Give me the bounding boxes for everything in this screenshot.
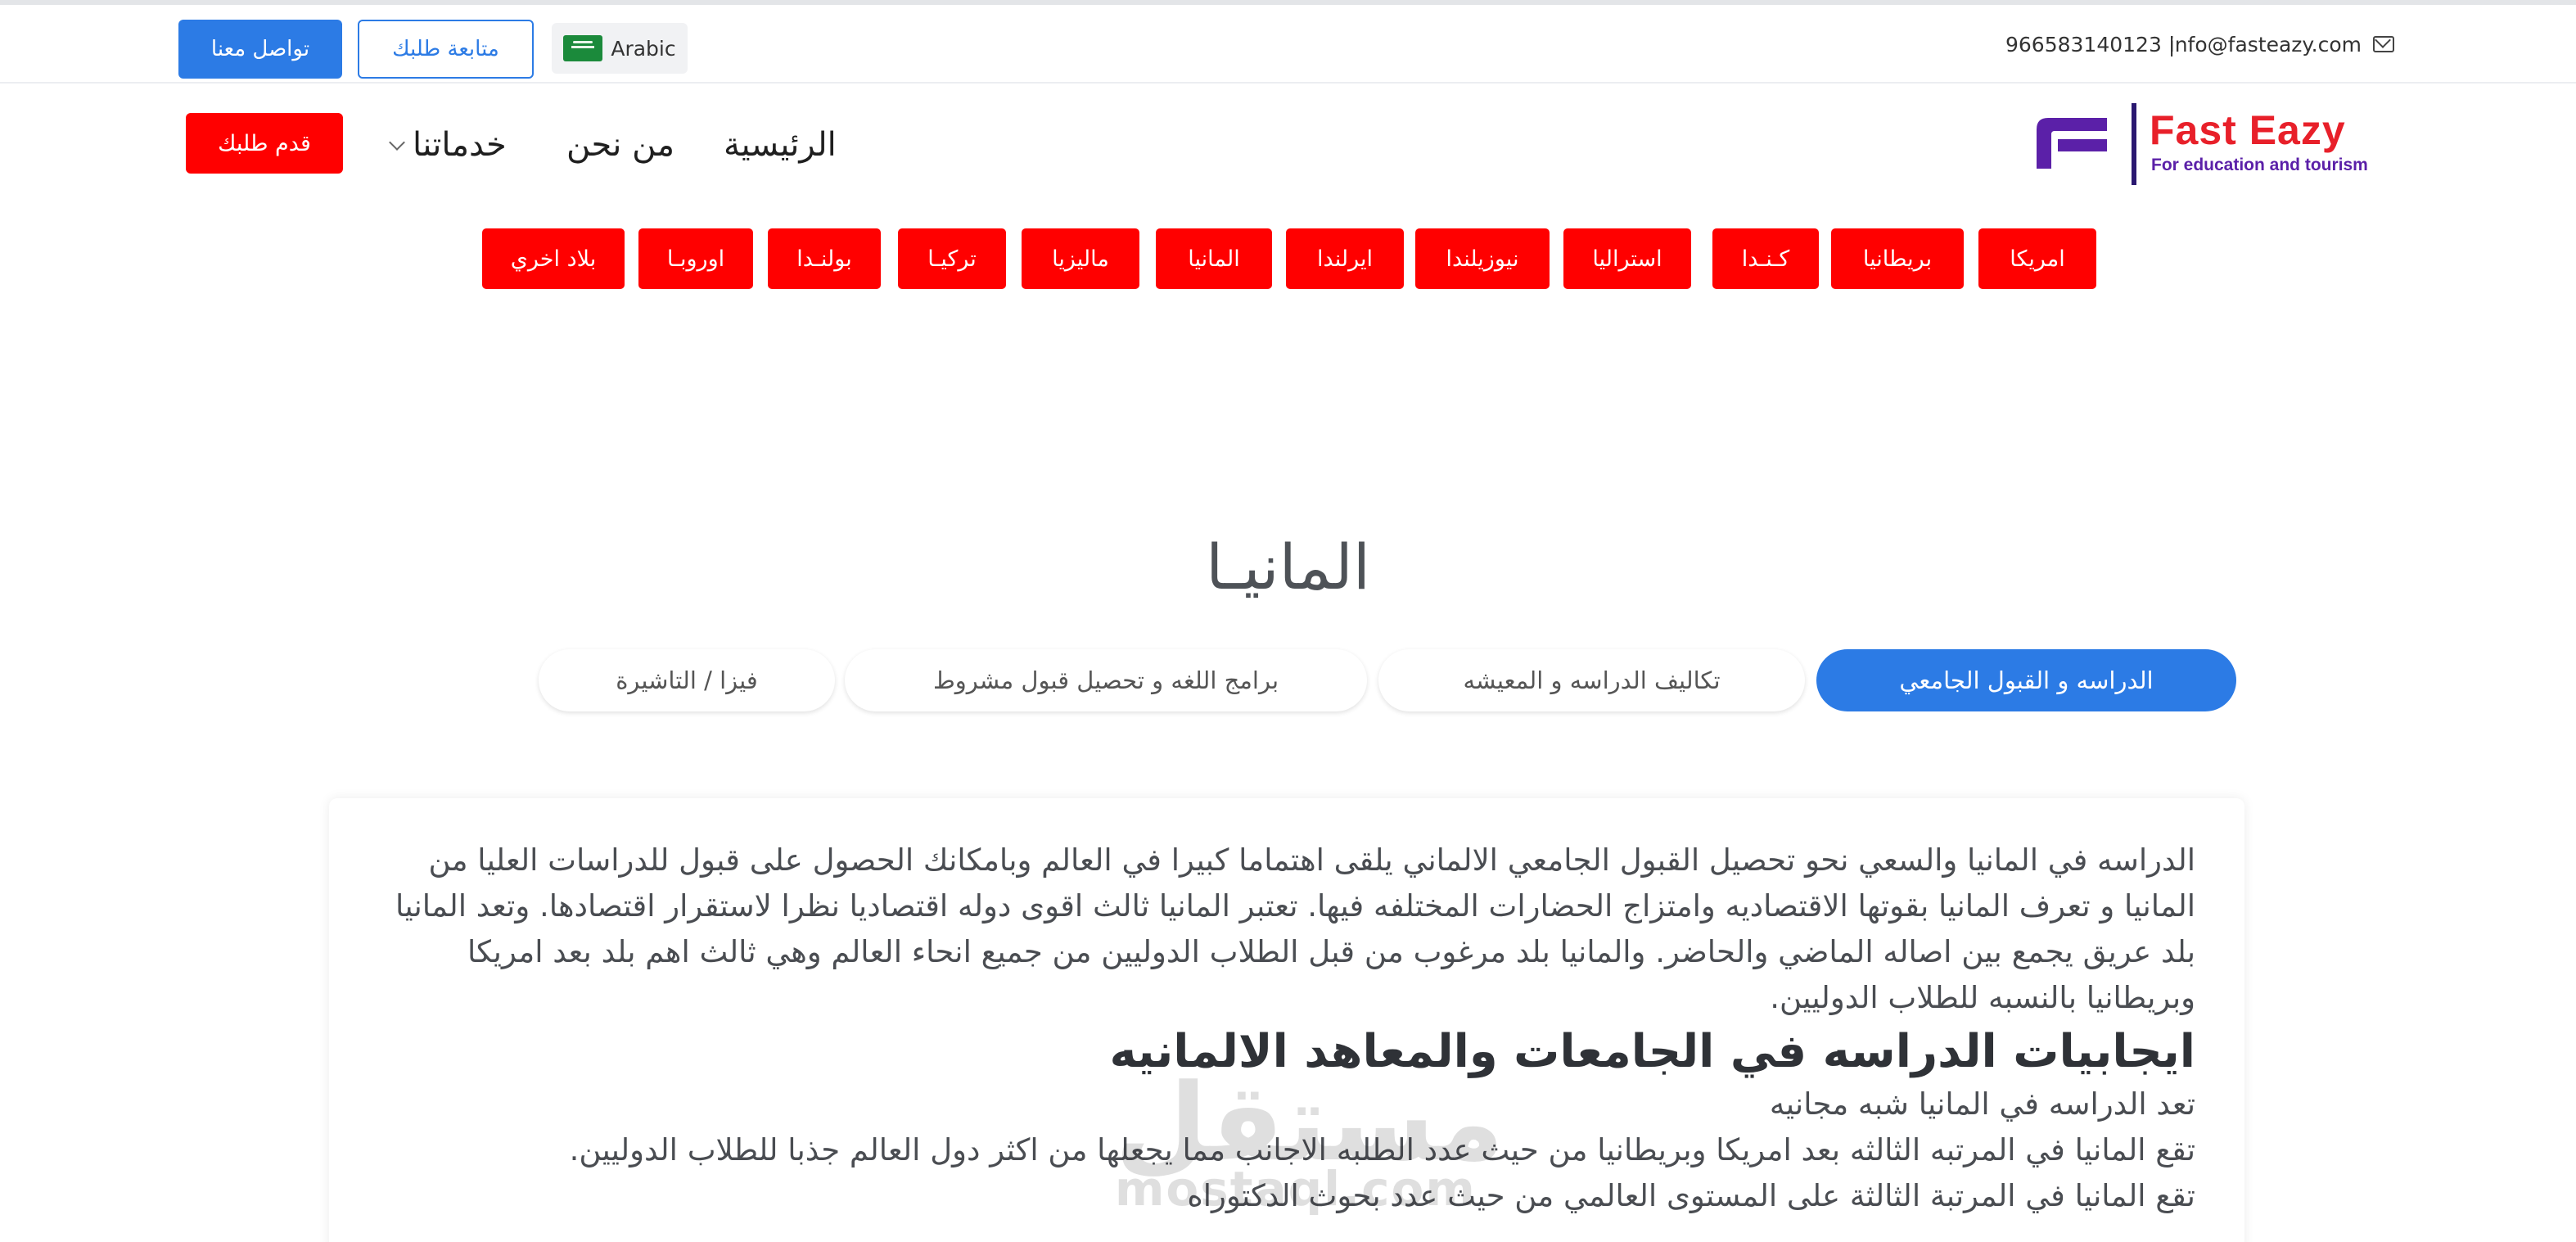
track-request-button[interactable]: متابعة طلبك xyxy=(358,20,534,79)
country-button[interactable]: كـنـدا xyxy=(1712,228,1819,289)
country-button[interactable]: امريكا xyxy=(1978,228,2096,289)
nav-about[interactable]: من نحن xyxy=(566,116,674,174)
country-button[interactable]: المانيا xyxy=(1156,228,1272,289)
advantage-line: تقع المانيا في المرتبه الثالثه بعد امريك… xyxy=(569,1132,2195,1167)
intro-paragraph: الدراسه في المانيا والسعي نحو تحصيل القب… xyxy=(395,842,2195,1015)
article-content: الدراسه في المانيا والسعي نحو تحصيل القب… xyxy=(378,838,2195,1219)
nav-home-label: الرئيسية xyxy=(724,126,837,164)
page-title: المانيـا xyxy=(1206,531,1370,603)
logo-subtitle: For education and tourism xyxy=(2151,156,2368,174)
contact-us-button[interactable]: تواصل معنا xyxy=(178,20,342,79)
content-card: الدراسه في المانيا والسعي نحو تحصيل القب… xyxy=(329,798,2244,1242)
mail-icon xyxy=(2373,36,2394,52)
nav-services-label: خدماتنا xyxy=(413,126,507,164)
top-bar: info@fasteazy.com 966583140123 | تواصل م… xyxy=(0,5,2576,84)
tab-costs[interactable]: تكاليف الدراسه و المعيشه xyxy=(1378,649,1805,711)
tab-study-admission[interactable]: الدراسه و القبول الجامعي xyxy=(1816,649,2236,711)
tab-language-programs[interactable]: برامج اللغه و تحصيل قبول مشروط xyxy=(845,649,1367,711)
country-button[interactable]: استراليا xyxy=(1563,228,1691,289)
tab-visa[interactable]: فيزا / التاشيرة xyxy=(539,649,835,711)
advantages-heading: ايجابيات الدراسه في الجامعات والمعاهد ال… xyxy=(1109,1025,2195,1078)
logo-title: Fast Eazy xyxy=(2150,107,2346,153)
nav-about-label: من نحن xyxy=(566,126,674,164)
logo-f-icon xyxy=(2037,118,2107,169)
language-switcher[interactable]: Arabic xyxy=(552,23,688,74)
country-button[interactable]: ايرلندا xyxy=(1286,228,1404,289)
country-button[interactable]: ماليزيا xyxy=(1022,228,1139,289)
contact-email[interactable]: info@fasteazy.com xyxy=(2169,28,2394,61)
logo-divider xyxy=(2132,103,2136,185)
apply-button[interactable]: قدم طلبك xyxy=(186,113,343,174)
nav-home[interactable]: الرئيسية xyxy=(724,116,837,174)
advantage-line: تعد الدراسه في المانيا شبه مجانيه xyxy=(1769,1086,2195,1122)
nav-services-dropdown[interactable]: خدماتنا xyxy=(389,116,507,174)
country-button[interactable]: بريطانيا xyxy=(1831,228,1964,289)
email-text[interactable]: info@fasteazy.com xyxy=(2169,33,2362,56)
phone-text[interactable]: 966583140123 | xyxy=(2005,33,2175,56)
country-button[interactable]: بلاد اخري xyxy=(482,228,625,289)
site-logo[interactable]: Fast Eazy For education and tourism xyxy=(2027,100,2387,185)
country-button[interactable]: نيوزيلندا xyxy=(1415,228,1550,289)
country-button[interactable]: تركيـا xyxy=(898,228,1006,289)
language-label: Arabic xyxy=(611,36,676,61)
advantage-line: تقع المانيا في المرتبة الثالثة على المست… xyxy=(1187,1178,2195,1213)
chevron-down-icon xyxy=(389,134,405,151)
country-button[interactable]: اوروبـا xyxy=(638,228,753,289)
country-button[interactable]: بولنـدا xyxy=(768,228,881,289)
contact-phone[interactable]: 966583140123 | xyxy=(2005,28,2175,61)
saudi-flag-icon xyxy=(563,35,603,61)
